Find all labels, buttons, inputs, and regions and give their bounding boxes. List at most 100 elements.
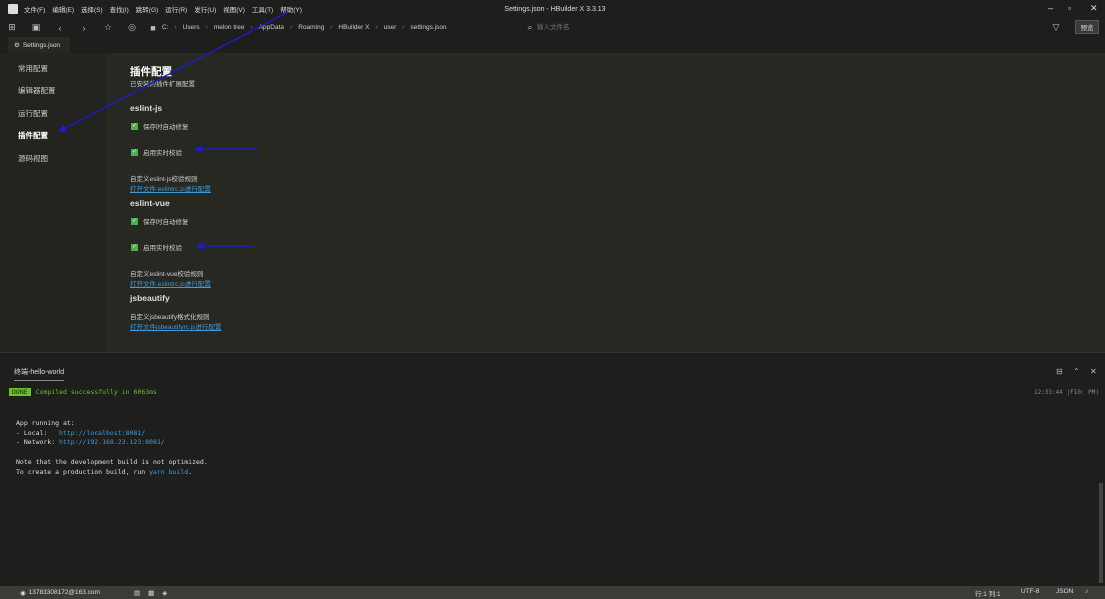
folder-icon: ■ — [150, 22, 156, 33]
menu-tools[interactable]: 工具(T) — [252, 4, 273, 14]
chevron-up-icon[interactable]: ⌃ — [1073, 367, 1080, 376]
terminal-line: - Local: http://localhost:8081/ — [16, 429, 208, 439]
terminal-line: - Network: http://192.168.23.123:8081/ — [16, 438, 208, 448]
network-url-link[interactable]: http://192.168.23.123:8081/ — [59, 438, 165, 446]
preview-button[interactable]: 预览 — [1075, 20, 1099, 34]
run-icon[interactable]: ◎ — [120, 22, 144, 33]
checkbox-label: 启用实时校验 — [143, 245, 182, 252]
user-icon: ◉ — [20, 589, 26, 597]
chevron-right-icon: › — [402, 24, 405, 31]
chevron-right-icon: › — [290, 24, 293, 31]
close-terminal-icon[interactable]: ✕ — [1090, 367, 1097, 376]
checkbox-label: 保存时自动修复 — [143, 124, 189, 131]
cursor-position[interactable]: 行:1 列:1 — [975, 588, 1001, 598]
status-bar: ◉ 13783308172@163.com ▤ ▦ ◈ 行:1 列:1 UTF-… — [0, 586, 1105, 599]
close-icon[interactable]: ✕ — [1090, 3, 1098, 14]
gear-icon: ⚙ — [14, 42, 20, 49]
breadcrumb-item[interactable]: melon tree — [214, 24, 245, 31]
eslint-vue-custom-rules-text: 自定义eslint-vue校验规则 — [130, 271, 204, 278]
page-subtitle: 已安装的插件扩展配置 — [130, 81, 195, 88]
breadcrumb-item[interactable]: Roaming — [298, 24, 324, 31]
terminal-scrollbar[interactable] — [1099, 483, 1103, 583]
checkbox-eslint-vue-realtime[interactable]: ✓ 启用实时校验 — [131, 242, 182, 252]
eslint-vue-config-link[interactable]: 打开文件.eslintrc.js进行配置 — [130, 278, 211, 288]
local-url-link[interactable]: http://localhost:8081/ — [59, 429, 145, 437]
menu-edit[interactable]: 编辑(E) — [52, 4, 74, 14]
menu-select[interactable]: 选择(S) — [81, 4, 103, 14]
chevron-right-icon: › — [375, 24, 378, 31]
forward-icon[interactable]: › — [72, 23, 96, 33]
terminal-timestamp: 12:33:44 |F10: PM| — [1033, 389, 1099, 396]
chevron-right-icon: › — [174, 24, 177, 31]
terminal-text: To create a production build, run — [16, 467, 150, 476]
terminal-tab[interactable]: 终端-hello-world — [14, 367, 65, 381]
yarn-build-command: yarn build — [149, 467, 189, 476]
list-icon[interactable]: ▤ — [134, 589, 140, 597]
section-heading-eslint-js: eslint-js — [130, 103, 163, 113]
sidebar-item-common[interactable]: 常用配置 — [18, 63, 48, 74]
breadcrumb-item[interactable]: C: — [162, 24, 169, 31]
checkbox-eslint-js-fix-on-save[interactable]: ✓ 保存时自动修复 — [131, 121, 189, 131]
bell-icon[interactable]: ◈ — [162, 589, 167, 597]
settings-sidebar: 常用配置 编辑器配置 运行配置 插件配置 源码视图 — [0, 53, 106, 352]
checkbox-checked-icon[interactable]: ✓ — [131, 243, 138, 251]
menu-find[interactable]: 查找(I) — [110, 4, 129, 14]
filter-icon[interactable]: ▽ — [1044, 22, 1068, 33]
terminal-text: . — [188, 467, 193, 476]
done-message: Compiled successfully in 6063ms — [35, 388, 157, 396]
jsbeautify-config-link[interactable]: 打开文件jsbeautifyrc.js进行配置 — [130, 321, 221, 331]
terminal-panel: 终端-hello-world ⊟ ⌃ ✕ DONE Compiled succe… — [0, 352, 1105, 586]
breadcrumb-item[interactable]: HBuilder X — [338, 24, 369, 31]
encoding[interactable]: UTF-8 — [1021, 588, 1039, 595]
sidebar-item-editor[interactable]: 编辑器配置 — [18, 85, 56, 96]
chevron-right-icon: › — [250, 24, 253, 31]
breadcrumb-item[interactable]: AppData — [259, 24, 284, 31]
file-search-input[interactable] — [537, 21, 737, 33]
terminal-line: Note that the development build is not o… — [16, 457, 208, 466]
sidebar-item-run[interactable]: 运行配置 — [18, 108, 48, 119]
checkbox-eslint-js-realtime[interactable]: ✓ 启用实时校验 — [131, 147, 182, 157]
tab-label: Settings.json — [22, 41, 61, 49]
save-icon[interactable]: ▣ — [24, 22, 48, 33]
language-mode[interactable]: JSON — [1056, 588, 1073, 595]
sidebar-item-plugins[interactable]: 插件配置 — [18, 130, 48, 141]
menu-publish[interactable]: 发行(U) — [194, 4, 216, 14]
back-icon[interactable]: ‹ — [48, 23, 72, 33]
title-bar: 文件(F) 编辑(E) 选择(S) 查找(I) 跳转(G) 运行(R) 发行(U… — [0, 0, 1105, 18]
breadcrumb-item[interactable]: Users — [183, 24, 200, 31]
checkbox-label: 保存时自动修复 — [143, 219, 189, 226]
restore-icon[interactable]: ▫ — [1068, 3, 1071, 13]
minimize-icon[interactable]: – — [1048, 3, 1053, 13]
checkbox-eslint-vue-fix-on-save[interactable]: ✓ 保存时自动修复 — [131, 216, 189, 226]
page-title: 插件配置 — [130, 66, 172, 78]
eslint-js-config-link[interactable]: 打开文件.eslintrc.js进行配置 — [130, 183, 211, 193]
terminal-text: - Network: — [16, 438, 60, 447]
user-account[interactable]: 13783308172@163.com — [29, 589, 100, 596]
checkbox-checked-icon[interactable]: ✓ — [131, 217, 138, 225]
terminal-menu-icon[interactable]: ⊟ — [1056, 367, 1063, 376]
chevron-right-icon: › — [330, 24, 333, 31]
terminal-line: To create a production build, run yarn b… — [16, 468, 208, 478]
star-icon[interactable]: ☆ — [96, 22, 120, 33]
menu-run[interactable]: 运行(R) — [165, 4, 187, 14]
grid-icon[interactable]: ▦ — [148, 589, 154, 597]
jsbeautify-custom-rules-text: 自定义jsbeautify格式化规则 — [130, 314, 210, 321]
menu-goto[interactable]: 跳转(G) — [136, 4, 158, 14]
done-badge: DONE — [9, 388, 31, 396]
tab-settings-json[interactable]: ⚙ Settings.json — [8, 37, 71, 53]
checkbox-checked-icon[interactable]: ✓ — [131, 148, 138, 156]
menu-help[interactable]: 帮助(Y) — [280, 4, 302, 14]
menu-view[interactable]: 视图(V) — [223, 4, 245, 14]
sidebar-item-source-view[interactable]: 源码视图 — [18, 153, 48, 164]
new-file-icon[interactable]: ⊞ — [0, 22, 24, 33]
terminal-line: App running at: — [16, 419, 75, 427]
checkbox-checked-icon[interactable]: ✓ — [131, 122, 138, 130]
breadcrumb: C: › Users › melon tree › AppData › Roaming ›… — [162, 24, 447, 31]
breadcrumb-item[interactable]: settings.json — [410, 24, 446, 31]
menu-file[interactable]: 文件(F) — [24, 4, 45, 14]
notification-icon[interactable]: ♪ — [1085, 588, 1088, 595]
chevron-right-icon: › — [205, 24, 208, 31]
settings-panel: 插件配置 已安装的插件扩展配置 eslint-js ✓ 保存时自动修复 ✓ 启用… — [106, 53, 1105, 352]
breadcrumb-item[interactable]: user — [384, 24, 397, 31]
compile-status-line: DONE Compiled successfully in 6063ms — [9, 388, 157, 396]
